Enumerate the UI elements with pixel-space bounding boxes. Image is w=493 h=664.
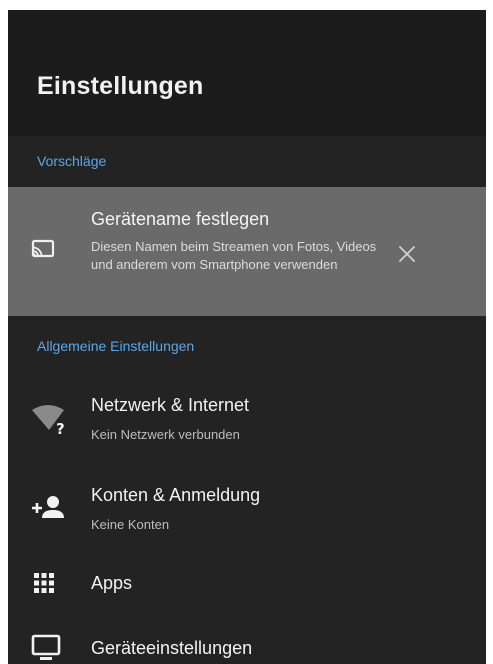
apps-grid-icon (32, 571, 56, 600)
page-title: Einstellungen (37, 72, 204, 100)
cast-icon (30, 238, 56, 267)
svg-text:?: ? (56, 420, 65, 436)
item-title: Netzwerk & Internet (91, 395, 250, 415)
settings-item-accounts[interactable]: Konten & Anmeldung Keine Konten (8, 472, 486, 544)
header: Einstellungen (8, 10, 486, 136)
monitor-icon (31, 634, 61, 664)
item-title: Geräteeinstellungen (91, 638, 253, 658)
general-settings-header: Allgemeine Einstellungen (37, 338, 195, 354)
settings-item-network[interactable]: ? Netzwerk & Internet Kein Netzwerk verb… (8, 382, 486, 454)
item-subtitle: Kein Netzwerk verbunden (91, 427, 240, 442)
settings-item-device[interactable]: Geräteeinstellungen (8, 620, 486, 664)
suggestion-title: Gerätename festlegen (91, 209, 270, 229)
suggestion-description: Diesen Namen beim Streamen von Fotos, Vi… (91, 239, 377, 272)
suggestions-header: Vorschläge (37, 153, 107, 169)
settings-panel: Einstellungen Vorschläge Gerätename fest… (8, 10, 486, 664)
add-account-icon (30, 494, 70, 527)
item-subtitle: Keine Konten (91, 517, 170, 532)
close-icon[interactable] (395, 242, 419, 266)
settings-item-apps[interactable]: Apps (8, 558, 486, 610)
item-title: Konten & Anmeldung (91, 485, 261, 505)
item-title: Apps (91, 573, 133, 593)
wifi-unknown-icon: ? (30, 402, 70, 441)
